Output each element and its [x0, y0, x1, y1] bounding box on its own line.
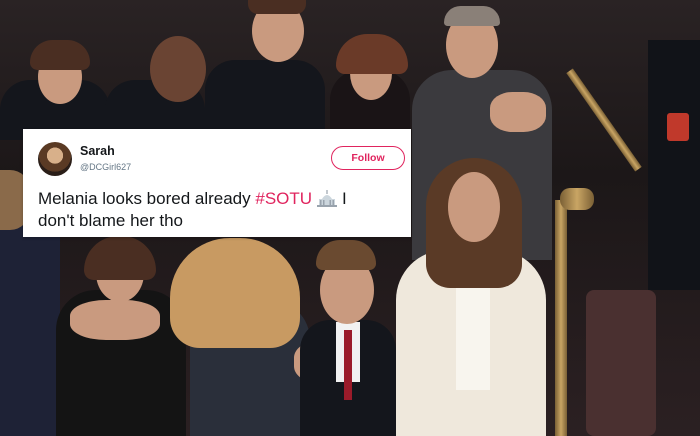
hair-woman-dark-dress	[84, 236, 156, 280]
brass-railing-diagonal	[566, 68, 642, 172]
avatar[interactable]	[38, 142, 72, 176]
clapping-hands-left	[70, 300, 160, 340]
capitol-building-icon	[317, 190, 338, 207]
hair-upper-left	[30, 40, 90, 70]
face-woman-white-suit	[448, 172, 500, 242]
tweet-text: Melania looks bored already #SOTU I don'…	[38, 188, 403, 232]
hair-blonde-woman	[170, 238, 300, 348]
follow-button[interactable]: Follow	[331, 146, 405, 170]
hashtag-link[interactable]: #SOTU	[255, 189, 312, 208]
hair-woman-red-hair	[336, 34, 408, 74]
tweet-card: Sarah @DCGirl627 Follow Melania looks bo…	[23, 129, 411, 237]
marine-uniform	[648, 40, 700, 290]
marine-chevron	[667, 113, 689, 141]
white-blouse	[456, 270, 490, 390]
brass-railing-top	[560, 188, 594, 210]
tweet-text-line-2: don't blame her tho	[38, 211, 184, 230]
hair-man-grey-suit	[444, 6, 500, 26]
face-bald-man	[150, 36, 206, 102]
boy-tie	[344, 330, 352, 400]
soldier-uniform	[205, 60, 325, 140]
tweet-text-part-1: Melania looks bored already	[38, 189, 251, 208]
hair-boy	[316, 240, 376, 270]
brass-railing	[555, 200, 567, 436]
tweet-text-part-2: I	[342, 189, 347, 208]
hair-soldier	[248, 0, 306, 14]
tweet-handle[interactable]: @DCGirl627	[80, 162, 131, 172]
chair	[586, 290, 656, 436]
tweet-display-name[interactable]: Sarah	[80, 144, 115, 158]
clapping-hands-upper-right	[490, 92, 546, 132]
